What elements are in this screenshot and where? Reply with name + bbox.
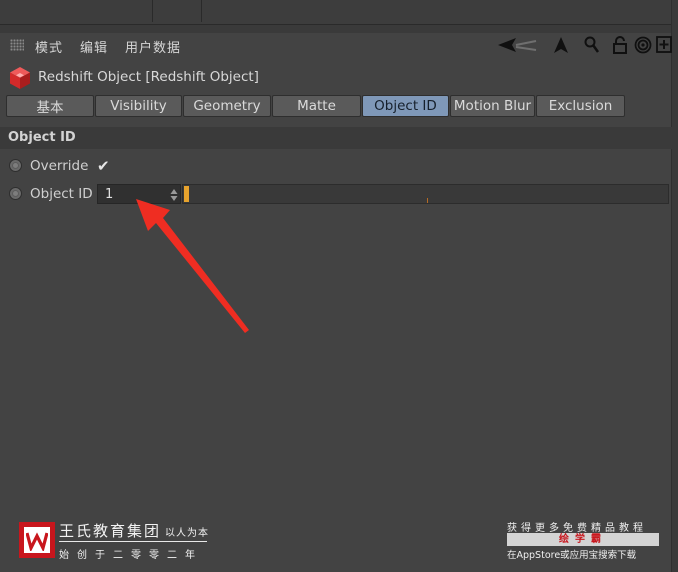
wangshi-logo: [19, 522, 55, 558]
brand-divider: [59, 541, 207, 542]
promo-download-text: 在AppStore或应用宝搜索下载: [507, 550, 637, 561]
promo-app-name: 绘学霸: [507, 533, 659, 546]
brand-since: 始创于二零零二年: [59, 550, 203, 561]
annotation-arrow: [136, 199, 249, 333]
logo-w-mark: [24, 527, 50, 553]
brand-slogan: 以人为本: [165, 528, 209, 539]
brand-name: 王氏教育集团: [59, 522, 162, 540]
promo-tagline: 获得更多免费精品教程: [507, 523, 647, 534]
